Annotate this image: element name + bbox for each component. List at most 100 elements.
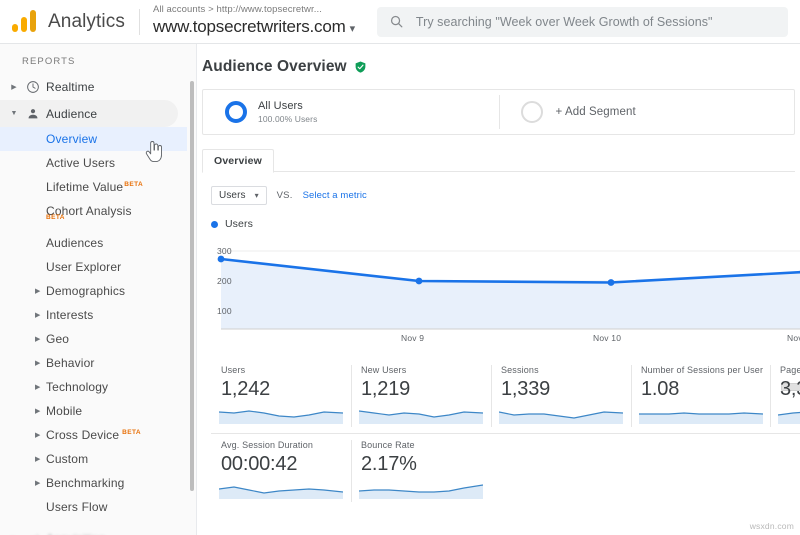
chevron-down-icon: ▼ (10, 110, 18, 117)
metric-card-label: Bounce Rate (361, 440, 415, 450)
property-name[interactable]: www.topsecretwriters.com ▾ (153, 16, 355, 40)
x-axis-tick: Nov 10 (593, 333, 622, 343)
sidebar-item-lifetime-value[interactable]: Lifetime ValueBETA (0, 175, 196, 199)
metric-card-sessions-per-user[interactable]: Number of Sessions per User 1.08 (631, 359, 770, 433)
sidebar-item-custom[interactable]: ▶ Custom (0, 447, 196, 471)
sidebar-item-label: Demographics (46, 284, 126, 298)
metric-card-new-users[interactable]: New Users 1,219 (351, 359, 491, 433)
sidebar-item-label: Lifetime Value (46, 180, 124, 194)
segment-ring-icon (225, 101, 247, 123)
chevron-right-icon: ▶ (35, 408, 41, 415)
legend-color-swatch (211, 220, 218, 228)
metric-card-value: 00:00:42 (221, 453, 298, 475)
sidebar-item-interests[interactable]: ▶ Interests (0, 303, 196, 327)
sparkline-chart (778, 411, 800, 424)
sidebar-item-label: Acquisition (46, 532, 106, 535)
add-segment-label: + Add Segment (555, 106, 636, 118)
sparkline-chart (219, 410, 343, 424)
sidebar-item-cross-device[interactable]: ▶ Cross Device BETA (0, 423, 196, 447)
add-segment-button[interactable]: + Add Segment (498, 90, 795, 134)
sidebar-item-overview[interactable]: Overview (0, 127, 187, 151)
metric-card-bounce-rate[interactable]: Bounce Rate 2.17% (351, 434, 491, 508)
sidebar-item-mobile[interactable]: ▶ Mobile (0, 399, 196, 423)
sidebar-item-technology[interactable]: ▶ Technology (0, 375, 196, 399)
sidebar-item-label: Benchmarking (46, 476, 125, 490)
chevron-right-icon: ▶ (35, 288, 41, 295)
sidebar-item-audiences[interactable]: Audiences (0, 231, 196, 255)
property-name-text: www.topsecretwriters.com (152, 16, 346, 36)
metric-card-row-2: Avg. Session Duration 00:00:42 Bounce Ra… (211, 434, 800, 508)
metric-controls: Users ▾ VS. Select a metric (211, 186, 800, 205)
sidebar-scrollbar[interactable] (190, 81, 194, 491)
tab-label: Overview (214, 155, 262, 167)
segment-name: All Users (258, 100, 303, 112)
sidebar-item-label: Mobile (46, 404, 83, 418)
sidebar-item-label: Active Users (46, 156, 116, 170)
metric-card-pageviews[interactable]: Page 3,3 (770, 359, 800, 433)
sidebar-item-active-users[interactable]: Active Users (0, 151, 196, 175)
chevron-right-icon: ▶ (35, 480, 41, 487)
account-selector[interactable]: All accounts > http://www.topsecretwr...… (153, 4, 355, 40)
sidebar-item-cohort-analysis[interactable]: Cohort Analysis BETA (0, 199, 196, 223)
analytics-logo-icon (10, 8, 40, 36)
sidebar-item-label: Custom (46, 452, 89, 466)
metric-select-users[interactable]: Users ▾ (211, 186, 267, 205)
chevron-right-icon: ▶ (35, 336, 41, 343)
sidebar-item-behavior[interactable]: ▶ Behavior (0, 351, 196, 375)
metric-card-avg-session-duration[interactable]: Avg. Session Duration 00:00:42 (211, 434, 351, 508)
metric-card-value: 1.08 (641, 378, 680, 400)
page-header: Audience Overview (197, 44, 800, 76)
sparkline-chart (219, 486, 343, 499)
metric-card-label: Number of Sessions per User (641, 365, 764, 375)
segment-all-users[interactable]: All Users 100.00% Users (203, 90, 499, 134)
sidebar-item-label: Technology (46, 380, 109, 394)
sparkline-chart (639, 412, 763, 424)
sidebar-item-benchmarking[interactable]: ▶ Benchmarking (0, 471, 196, 495)
beta-badge: BETA (122, 429, 141, 436)
select-a-metric-link[interactable]: Select a metric (303, 190, 367, 201)
sidebar-item-users-flow[interactable]: Users Flow (0, 495, 196, 519)
search-placeholder: Try searching "Week over Week Growth of … (415, 14, 713, 29)
metric-card-label: Users (221, 365, 246, 375)
chart-canvas (217, 250, 800, 330)
y-axis-tick: 300 (217, 246, 232, 256)
x-axis-tick: Nov 9 (401, 333, 425, 343)
sidebar-item-label: User Explorer (46, 260, 122, 274)
sidebar-item-label: Audiences (46, 236, 104, 250)
page-title: Audience Overview (202, 58, 347, 75)
users-line-chart[interactable]: 300 200 100 Nov 9 Nov 10 Nov 1 (211, 235, 800, 345)
sparkline-chart (359, 484, 483, 499)
search-icon (390, 15, 403, 28)
metric-card-label: Sessions (501, 365, 539, 375)
metric-card-users[interactable]: Users 1,242 (211, 359, 351, 433)
sidebar-item-demographics[interactable]: ▶ Demographics (0, 279, 196, 303)
sidebar-item-realtime[interactable]: ▶ Realtime (0, 73, 196, 100)
google-analytics-window: Analytics All accounts > http://www.tops… (0, 0, 800, 535)
clock-icon (20, 80, 46, 94)
tab-overview[interactable]: Overview (202, 149, 274, 173)
search-input[interactable]: Try searching "Week over Week Growth of … (376, 6, 788, 37)
y-axis-tick: 100 (217, 306, 232, 316)
watermark: wsxdn.com (749, 521, 794, 531)
metric-card-label: Page (780, 365, 800, 375)
shield-check-icon (355, 61, 366, 73)
metric-card-value: 1,339 (501, 378, 551, 400)
metric-card-value: 1,242 (221, 378, 271, 400)
metric-card-value: 2.17% (361, 453, 417, 475)
sidebar-item-audience[interactable]: ▼ Audience (0, 100, 178, 127)
metric-card-sessions[interactable]: Sessions 1,339 (491, 359, 631, 433)
chevron-down-icon: ▾ (254, 191, 259, 200)
beta-badge: BETA (124, 181, 144, 188)
sidebar-item-geo[interactable]: ▶ Geo (0, 327, 196, 351)
metric-card-label: Avg. Session Duration (221, 440, 314, 450)
sidebar-item-label: Overview (46, 132, 98, 146)
metric-card-value: 3,3 (780, 378, 800, 400)
top-bar: Analytics All accounts > http://www.tops… (0, 0, 800, 44)
sidebar-item-label: Cross Device (46, 428, 120, 442)
chevron-right-icon: ▶ (35, 432, 41, 439)
sidebar-item-label: Audience (46, 106, 98, 121)
sidebar-item-acquisition[interactable]: ▶ Acquisition (0, 525, 196, 535)
sidebar-item-user-explorer[interactable]: User Explorer (0, 255, 196, 279)
vs-label: VS. (276, 190, 293, 201)
sidebar-item-label: Interests (46, 308, 94, 322)
